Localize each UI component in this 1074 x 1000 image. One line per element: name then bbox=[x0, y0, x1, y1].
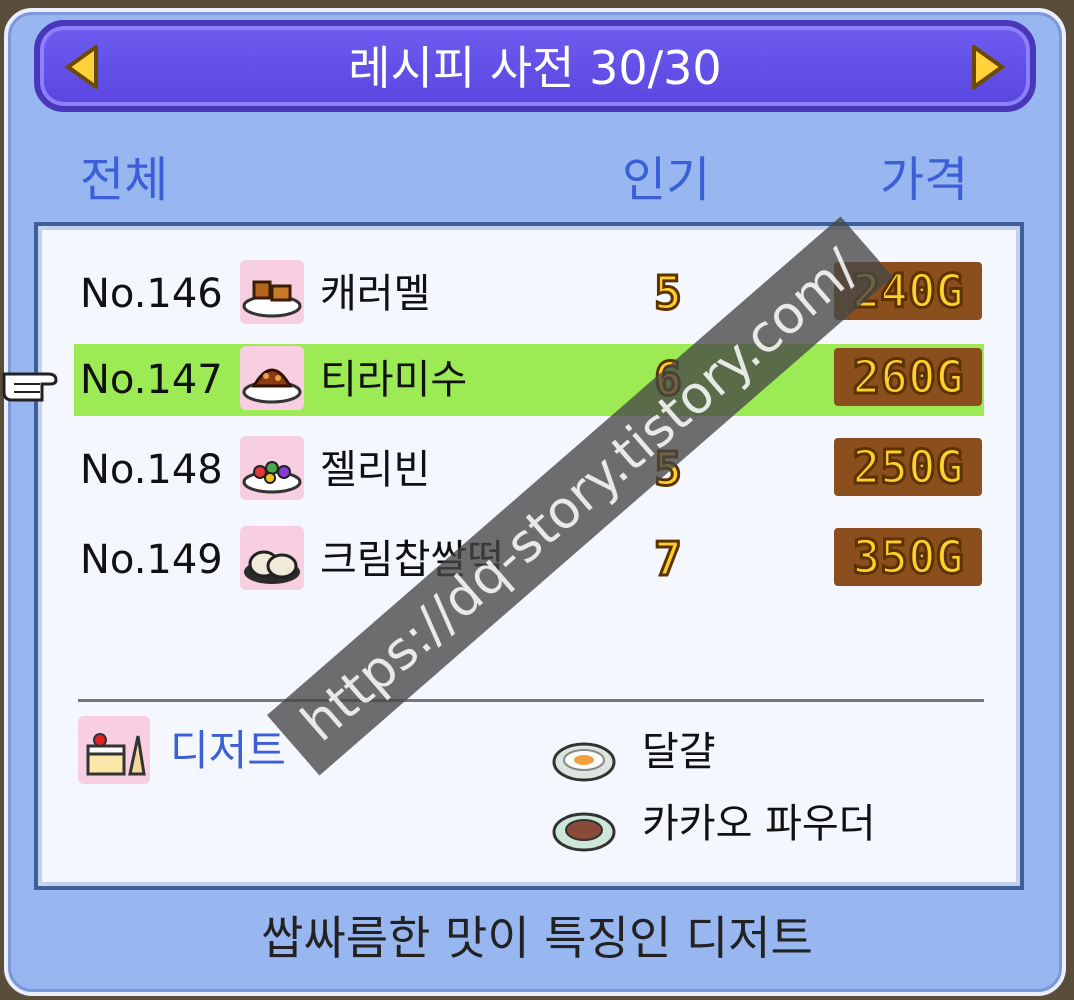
recipe-number: No.148 bbox=[80, 447, 223, 493]
category-label: 디저트 bbox=[170, 726, 286, 775]
tab-price[interactable]: 가격 bbox=[880, 150, 968, 210]
title-bar: 레시피 사전 30/30 bbox=[34, 20, 1036, 112]
recipe-name: 젤리빈 bbox=[320, 447, 431, 493]
section-divider bbox=[78, 699, 984, 702]
egg-dish-icon bbox=[550, 738, 618, 784]
dessert-icon bbox=[78, 716, 150, 784]
pointing-hand-cursor-icon bbox=[2, 360, 72, 404]
next-page-arrow-icon[interactable] bbox=[964, 42, 1012, 92]
caramel-icon bbox=[240, 260, 304, 324]
popularity-value: 5 bbox=[653, 265, 684, 322]
price-value: 260G bbox=[834, 348, 982, 406]
tiramisu-icon bbox=[240, 346, 304, 410]
jellybean-icon bbox=[240, 436, 304, 500]
tab-all[interactable]: 전체 bbox=[80, 150, 168, 210]
recipe-number: No.146 bbox=[80, 271, 223, 317]
price-value: 350G bbox=[834, 528, 982, 586]
recipe-book-title: 레시피 사전 30/30 bbox=[348, 41, 722, 95]
popularity-value: 7 bbox=[653, 531, 684, 588]
ingredient-name: 카카오 파우더 bbox=[642, 801, 876, 847]
recipe-number: No.147 bbox=[80, 357, 223, 403]
recipe-description: 쌉싸름한 맛이 특징인 디저트 bbox=[261, 911, 813, 965]
recipe-row-selected[interactable]: No.147 티라미수 6 260G bbox=[74, 344, 984, 416]
recipe-number: No.149 bbox=[80, 537, 223, 583]
recipe-name: 티라미수 bbox=[320, 357, 468, 403]
cream-mochi-icon bbox=[240, 526, 304, 590]
cacao-powder-icon bbox=[550, 808, 618, 854]
recipe-name: 캐러멜 bbox=[320, 271, 431, 317]
price-value: 250G bbox=[834, 438, 982, 496]
ingredient-name: 달걀 bbox=[642, 729, 716, 775]
tab-popularity[interactable]: 인기 bbox=[622, 150, 710, 210]
